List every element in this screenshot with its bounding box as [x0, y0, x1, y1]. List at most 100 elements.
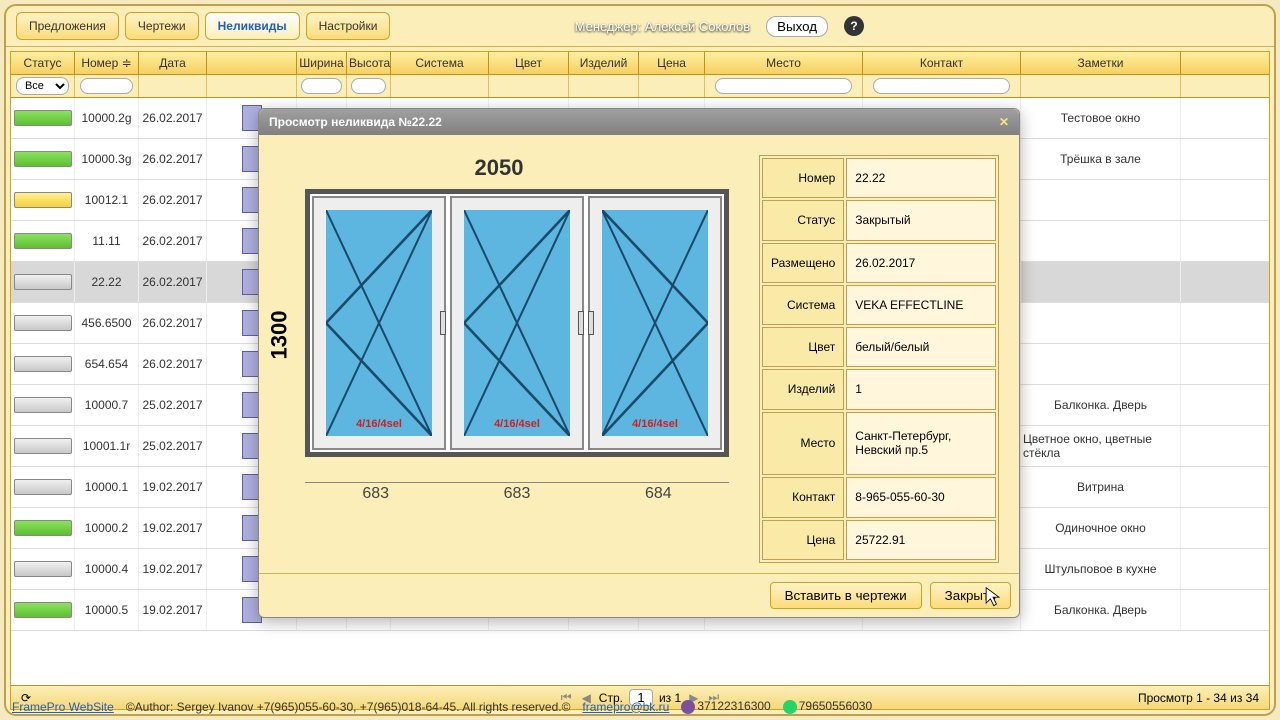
- close-icon[interactable]: ✕: [999, 115, 1009, 129]
- filter-height[interactable]: [351, 78, 386, 94]
- cell-number: 10000.1: [75, 467, 139, 507]
- col-status[interactable]: Статус: [11, 52, 75, 74]
- detail-value: 22.22: [846, 158, 996, 198]
- tab-drawings[interactable]: Чертежи: [125, 12, 199, 40]
- tab-settings[interactable]: Настройки: [306, 12, 391, 40]
- help-icon[interactable]: ?: [844, 16, 864, 36]
- cell-notes: Трёшка в зале: [1021, 139, 1181, 179]
- topbar: Предложения Чертежи Неликвиды Настройки …: [6, 6, 1274, 47]
- bottom-dim-3: 684: [588, 482, 729, 503]
- detail-value: 1: [846, 369, 996, 409]
- tab-illiquid[interactable]: Неликвиды: [205, 12, 300, 40]
- cell-notes: Балконка. Дверь: [1021, 385, 1181, 425]
- col-number[interactable]: Номер ≑: [75, 52, 139, 74]
- whatsapp-icon: [783, 700, 797, 714]
- col-color[interactable]: Цвет: [489, 52, 569, 74]
- filter-number[interactable]: [80, 78, 133, 94]
- cell-notes: Балконка. Дверь: [1021, 590, 1181, 630]
- status-filter[interactable]: Все: [16, 77, 69, 95]
- status-chip: [14, 274, 72, 290]
- col-width[interactable]: Ширина: [297, 52, 347, 74]
- cell-number: 654.654: [75, 344, 139, 384]
- detail-label: Цена: [762, 520, 844, 560]
- cell-number: 10000.4: [75, 549, 139, 589]
- close-button[interactable]: Закрыть: [930, 582, 1011, 609]
- status-chip: [14, 110, 72, 126]
- filter-place[interactable]: [715, 78, 853, 94]
- cell-notes: [1021, 344, 1181, 384]
- cell-number: 10000.7: [75, 385, 139, 425]
- site-link[interactable]: FramePro WebSite: [12, 700, 114, 714]
- col-price[interactable]: Цена: [639, 52, 705, 74]
- tab-offers[interactable]: Предложения: [16, 12, 119, 40]
- status-chip: [14, 151, 72, 167]
- cell-notes: Цветное окно, цветные стёкла: [1021, 426, 1181, 466]
- cell-date: 26.02.2017: [139, 98, 207, 138]
- email-link[interactable]: framepro@bk.ru: [582, 700, 669, 714]
- cell-notes: [1021, 262, 1181, 302]
- cell-number: 456.6500: [75, 303, 139, 343]
- cell-number: 10000.3g: [75, 139, 139, 179]
- insert-button[interactable]: Вставить в чертежи: [770, 582, 922, 609]
- col-notes[interactable]: Заметки: [1021, 52, 1181, 74]
- bottom-dim-1: 683: [305, 482, 446, 503]
- cell-date: 26.02.2017: [139, 221, 207, 261]
- cell-date: 26.02.2017: [139, 344, 207, 384]
- viber-icon: [681, 700, 695, 714]
- grid-header: Статус Номер ≑ Дата Ширина Высота Систем…: [11, 52, 1269, 75]
- handle-icon: [588, 311, 594, 335]
- detail-label: Место: [762, 412, 844, 476]
- col-height[interactable]: Высота: [347, 52, 391, 74]
- col-contact[interactable]: Контакт: [863, 52, 1021, 74]
- col-place[interactable]: Место: [705, 52, 863, 74]
- cell-date: 26.02.2017: [139, 303, 207, 343]
- status-chip: [14, 192, 72, 208]
- cell-number: 10000.2g: [75, 98, 139, 138]
- filter-width[interactable]: [301, 78, 342, 94]
- detail-value: Санкт-Петербург, Невский пр.5: [846, 412, 996, 476]
- detail-label: Изделий: [762, 369, 844, 409]
- cell-date: 19.02.2017: [139, 549, 207, 589]
- detail-label: Система: [762, 285, 844, 325]
- col-preview[interactable]: [207, 52, 297, 74]
- cell-date: 19.02.2017: [139, 467, 207, 507]
- col-system[interactable]: Система: [391, 52, 489, 74]
- window-drawing: 2050 1300 4/16/4sel 4/16/4sel 4/16/4sel: [269, 155, 729, 515]
- cell-number: 10001.1r: [75, 426, 139, 466]
- cell-notes: [1021, 180, 1181, 220]
- col-items[interactable]: Изделий: [569, 52, 639, 74]
- detail-label: Номер: [762, 158, 844, 198]
- status-chip: [14, 520, 72, 536]
- detail-table: Номер22.22СтатусЗакрытыйРазмещено26.02.2…: [759, 155, 999, 563]
- grid-filter-row: Все: [11, 75, 1269, 98]
- status-chip: [14, 356, 72, 372]
- cell-date: 26.02.2017: [139, 180, 207, 220]
- detail-value: белый/белый: [846, 327, 996, 367]
- cell-notes: Витрина: [1021, 467, 1181, 507]
- cell-date: 25.02.2017: [139, 385, 207, 425]
- detail-label: Цвет: [762, 327, 844, 367]
- detail-value: 25722.91: [846, 520, 996, 560]
- cell-notes: [1021, 221, 1181, 261]
- logout-button[interactable]: Выход: [766, 16, 828, 37]
- status-chip: [14, 479, 72, 495]
- status-chip: [14, 397, 72, 413]
- filter-contact[interactable]: [873, 78, 1011, 94]
- detail-label: Размещено: [762, 243, 844, 283]
- handle-icon: [440, 311, 446, 335]
- cell-number: 11.11: [75, 221, 139, 261]
- modal-title: Просмотр неликвида №22.22: [269, 115, 442, 129]
- cell-number: 10000.2: [75, 508, 139, 548]
- handle-icon: [578, 311, 584, 335]
- cell-number: 22.22: [75, 262, 139, 302]
- col-date[interactable]: Дата: [139, 52, 207, 74]
- detail-label: Статус: [762, 200, 844, 240]
- cell-date: 25.02.2017: [139, 426, 207, 466]
- status-chip: [14, 233, 72, 249]
- cell-notes: Одиночное окно: [1021, 508, 1181, 548]
- preview-modal: Просмотр неликвида №22.22 ✕ 2050 1300 4/…: [258, 108, 1020, 618]
- cell-notes: [1021, 303, 1181, 343]
- cell-number: 10012.1: [75, 180, 139, 220]
- bottom-dim-2: 683: [446, 482, 587, 503]
- cell-notes: Тестовое окно: [1021, 98, 1181, 138]
